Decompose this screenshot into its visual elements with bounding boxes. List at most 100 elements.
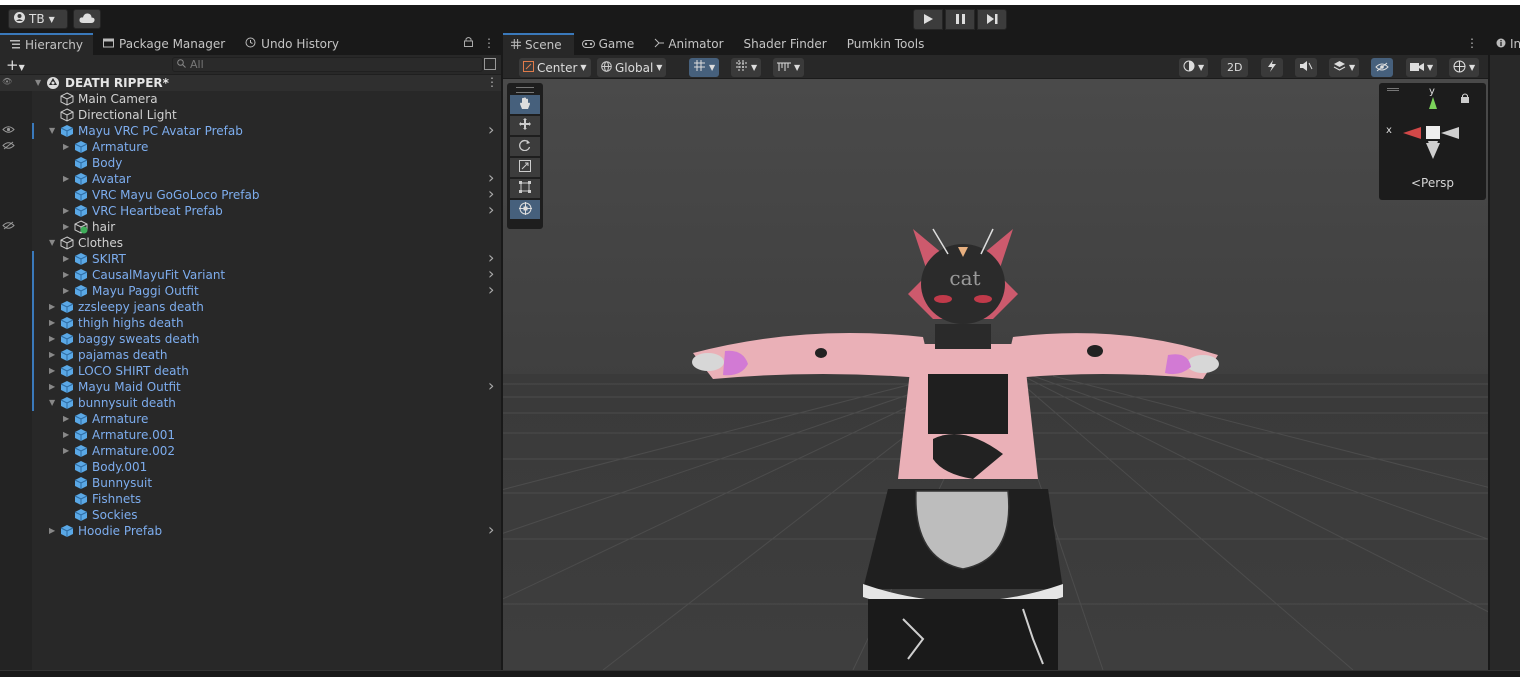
add-object-button[interactable]: +▼ (6, 56, 25, 74)
lock-icon[interactable] (464, 36, 473, 50)
collapsed-arrow-icon[interactable]: ▶ (63, 286, 71, 296)
collapsed-arrow-icon[interactable]: ▶ (63, 174, 71, 184)
visibility-toggle[interactable] (1371, 58, 1393, 77)
hierarchy-row[interactable]: ▼ Clothes (0, 235, 501, 251)
collapsed-arrow-icon[interactable]: ▶ (49, 334, 57, 344)
collapsed-arrow-icon[interactable]: ▶ (63, 254, 71, 264)
hierarchy-row[interactable]: ▶ Armature (0, 411, 501, 427)
collapsed-arrow-icon[interactable]: ▶ (49, 318, 57, 328)
orientation-gizmo[interactable]: y x <Persp (1379, 83, 1486, 200)
hierarchy-row[interactable]: ▶ VRC Heartbeat Prefab › (0, 200, 501, 219)
collapsed-arrow-icon[interactable]: ▶ (63, 446, 71, 456)
step-button[interactable] (977, 9, 1007, 30)
play-button[interactable] (913, 9, 943, 30)
hierarchy-row[interactable]: ▶ SKIRT › (0, 248, 501, 267)
expanded-arrow-icon[interactable]: ▼ (49, 398, 57, 408)
hierarchy-row[interactable]: ▶ thigh highs death (0, 315, 501, 331)
kebab-menu-icon[interactable]: ⋮ (1466, 36, 1478, 50)
hierarchy-row[interactable]: ▶ LOCO SHIRT death (0, 363, 501, 379)
hierarchy-row[interactable]: Sockies (0, 507, 501, 523)
tab-game[interactable]: Game (574, 33, 647, 55)
collapsed-arrow-icon[interactable]: ▶ (63, 270, 71, 280)
collapsed-arrow-icon[interactable]: ▶ (63, 206, 71, 216)
visibility-icon[interactable] (2, 125, 16, 137)
collapsed-arrow-icon[interactable]: ▶ (63, 414, 71, 424)
camera-dropdown[interactable]: ▼ (1406, 58, 1438, 77)
draw-mode-dropdown[interactable]: ▼ (1179, 58, 1209, 77)
scene-visibility-icon[interactable]: 👁 (2, 77, 16, 89)
tab-undo-history[interactable]: Undo History (235, 33, 349, 55)
transform-tool[interactable] (510, 200, 540, 219)
chevron-right-icon[interactable]: › (488, 376, 494, 395)
expanded-arrow-icon[interactable]: ▼ (49, 238, 57, 248)
hierarchy-row[interactable]: Directional Light (0, 107, 501, 123)
hierarchy-row[interactable]: Body.001 (0, 459, 501, 475)
hierarchy-row[interactable]: ▼ bunnysuit death (0, 395, 501, 411)
collapsed-arrow-icon[interactable]: ▶ (49, 350, 57, 360)
hierarchy-row[interactable]: Body (0, 155, 501, 171)
collapsed-arrow-icon[interactable]: ▶ (63, 222, 71, 232)
move-tool[interactable] (510, 116, 540, 135)
tab-pumkin-tools[interactable]: Pumkin Tools (839, 33, 937, 55)
chevron-right-icon[interactable]: › (488, 120, 494, 139)
lighting-toggle[interactable] (1261, 58, 1283, 77)
hierarchy-row[interactable]: ▶ Armature (0, 139, 501, 155)
collapsed-arrow-icon[interactable]: ▶ (63, 142, 71, 152)
tab-animator[interactable]: Animator (646, 33, 735, 55)
chevron-right-icon[interactable]: › (488, 520, 494, 539)
scene-viewport[interactable]: cat y x <Persp (503, 79, 1488, 670)
search-options-icon[interactable] (484, 58, 496, 70)
collapsed-arrow-icon[interactable]: ▶ (49, 302, 57, 312)
hierarchy-row[interactable]: ▶ hair (0, 219, 501, 235)
rect-tool[interactable] (510, 179, 540, 198)
search-input[interactable]: All (172, 57, 483, 72)
hidden-visibility-icon[interactable] (2, 141, 16, 153)
increment-snap-button[interactable]: ▼ (773, 58, 805, 77)
drag-handle[interactable] (516, 87, 534, 93)
chevron-right-icon[interactable]: › (488, 200, 494, 219)
hierarchy-row[interactable]: ▶ Mayu Maid Outfit › (0, 376, 501, 395)
hidden-visibility-icon[interactable] (2, 221, 16, 233)
audio-toggle[interactable] (1295, 58, 1317, 77)
gizmos-dropdown[interactable]: ▼ (1449, 58, 1480, 77)
kebab-menu-icon[interactable]: ⋮ (483, 36, 495, 50)
hierarchy-row[interactable]: VRC Mayu GoGoLoco Prefab › (0, 184, 501, 203)
cloud-button[interactable] (73, 9, 101, 29)
account-dropdown[interactable]: TB ▼ (8, 9, 68, 29)
collapsed-arrow-icon[interactable]: ▶ (49, 366, 57, 376)
snap-increment-button[interactable]: ▼ (731, 58, 762, 77)
projection-toggle[interactable]: <Persp (1379, 176, 1486, 190)
hand-tool[interactable] (510, 95, 540, 114)
grid-snap-toggle[interactable]: ▼ (689, 58, 720, 77)
collapsed-arrow-icon[interactable]: ▶ (49, 526, 57, 536)
tab-shader-finder[interactable]: Shader Finder (736, 33, 839, 55)
tab-scene[interactable]: Scene (503, 33, 574, 55)
hierarchy-row[interactable]: Fishnets (0, 491, 501, 507)
space-dropdown[interactable]: Global ▼ (597, 58, 667, 77)
tab-inspector[interactable]: In (1490, 33, 1520, 55)
scale-tool[interactable] (510, 158, 540, 177)
tab-hierarchy[interactable]: Hierarchy (0, 33, 94, 55)
hierarchy-row[interactable]: ▶ Mayu Paggi Outfit › (0, 280, 501, 299)
hierarchy-row[interactable]: Bunnysuit (0, 475, 501, 491)
hierarchy-row[interactable]: ▶ Hoodie Prefab › (0, 520, 501, 539)
chevron-right-icon[interactable]: › (488, 280, 494, 299)
hierarchy-row[interactable]: ▶ baggy sweats death (0, 331, 501, 347)
scene-header-row[interactable]: 👁 ▼ DEATH RIPPER* ⋮ (0, 75, 501, 91)
tab-package-manager[interactable]: Package Manager (93, 33, 235, 55)
hierarchy-row[interactable]: ▶ CausalMayuFit Variant › (0, 264, 501, 283)
expanded-arrow-icon[interactable]: ▼ (35, 78, 43, 88)
hierarchy-row[interactable]: Main Camera (0, 91, 501, 107)
expanded-arrow-icon[interactable]: ▼ (49, 126, 57, 136)
rotate-tool[interactable] (510, 137, 540, 156)
hierarchy-row[interactable]: ▶ Armature.002 (0, 443, 501, 459)
collapsed-arrow-icon[interactable]: ▶ (63, 430, 71, 440)
collapsed-arrow-icon[interactable]: ▶ (49, 382, 57, 392)
pause-button[interactable] (945, 9, 975, 30)
mode-2d-toggle[interactable]: 2D (1221, 58, 1249, 77)
hierarchy-row[interactable]: ▶ Armature.001 (0, 427, 501, 443)
kebab-menu-icon[interactable]: ⋮ (486, 75, 498, 89)
hierarchy-row[interactable]: ▶ zzsleepy jeans death (0, 299, 501, 315)
effects-dropdown[interactable]: ▼ (1329, 58, 1360, 77)
hierarchy-row[interactable]: ▶ Avatar › (0, 168, 501, 187)
